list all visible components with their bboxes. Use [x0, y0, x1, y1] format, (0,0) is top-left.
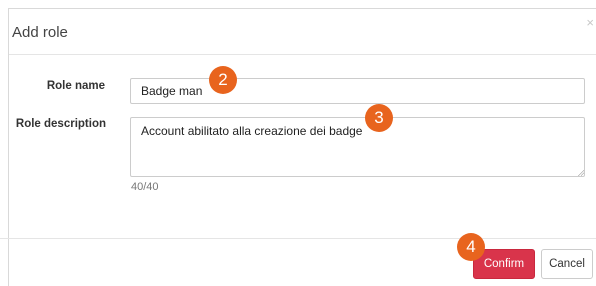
role-description-textarea[interactable]: Account abilitato alla creazione dei bad…: [130, 117, 585, 177]
role-name-input[interactable]: [130, 78, 585, 104]
dialog-header: Add role: [9, 9, 596, 55]
character-counter: 40/40: [131, 181, 159, 193]
close-icon[interactable]: ×: [586, 16, 594, 29]
role-description-label: Role description: [15, 118, 106, 130]
footer-divider: [0, 238, 596, 239]
step-callout-badge: 4: [457, 233, 485, 261]
cancel-button[interactable]: Cancel: [541, 249, 593, 279]
textarea-resize-handle[interactable]: [577, 169, 584, 176]
dialog-title: Add role: [12, 24, 68, 41]
step-callout-badge: 2: [209, 66, 237, 94]
step-callout-badge: 3: [365, 104, 393, 132]
role-name-label: Role name: [46, 80, 105, 92]
